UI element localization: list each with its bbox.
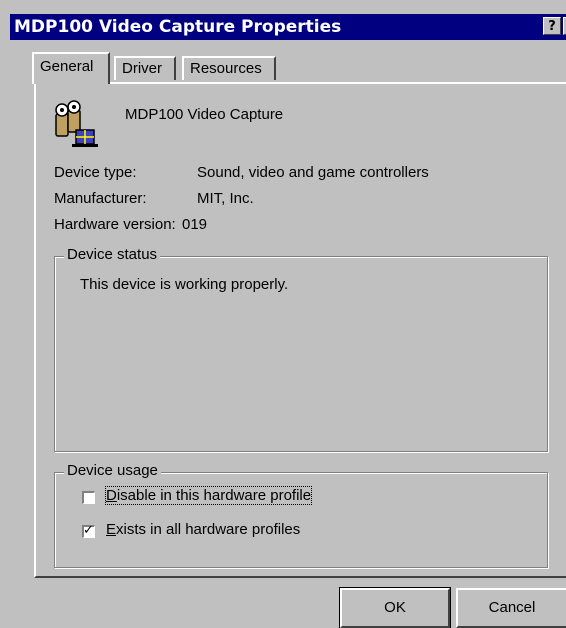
disable-mnemonic: D bbox=[106, 487, 117, 504]
window-title: MDP100 Video Capture Properties bbox=[14, 17, 342, 37]
help-button[interactable]: ? bbox=[543, 17, 561, 35]
hardware-version-label: Hardware version: bbox=[54, 216, 176, 233]
cancel-button[interactable]: Cancel bbox=[456, 588, 566, 628]
exists-label-text: xists in all hardware profiles bbox=[116, 521, 301, 538]
properties-dialog: MDP100 Video Capture Properties ? ✕ Gene… bbox=[0, 0, 566, 628]
title-bar[interactable]: MDP100 Video Capture Properties ? ✕ bbox=[10, 14, 566, 40]
checkmark-icon: ✓ bbox=[83, 522, 94, 537]
ok-button[interactable]: OK bbox=[339, 587, 451, 628]
device-usage-title: Device usage bbox=[64, 462, 161, 479]
device-status-text[interactable]: This device is working properly. bbox=[80, 276, 288, 293]
device-status-title: Device status bbox=[64, 246, 161, 263]
exists-all-profiles-checkbox[interactable]: ✓ bbox=[82, 522, 95, 538]
manufacturer-label: Manufacturer: bbox=[54, 190, 147, 207]
device-type-label: Device type: bbox=[54, 164, 137, 181]
device-type-value: Sound, video and game controllers bbox=[197, 164, 429, 181]
hardware-version-value: 019 bbox=[182, 216, 208, 233]
exists-mnemonic: E bbox=[106, 521, 117, 538]
disable-profile-checkbox[interactable] bbox=[82, 491, 95, 504]
device-name: MDP100 Video Capture bbox=[125, 106, 284, 123]
disable-profile-label[interactable]: Disable in this hardware profile bbox=[104, 486, 313, 505]
tab-resources[interactable]: Resources bbox=[182, 56, 276, 80]
exists-all-profiles-label[interactable]: Exists in all hardware profiles bbox=[106, 521, 300, 538]
disable-label-text: isable in this hardware profile bbox=[116, 487, 312, 504]
tab-driver[interactable]: Driver bbox=[114, 56, 176, 80]
tab-general[interactable]: General bbox=[32, 52, 110, 84]
manufacturer-value: MIT, Inc. bbox=[197, 190, 254, 207]
video-capture-device-icon bbox=[54, 100, 98, 148]
